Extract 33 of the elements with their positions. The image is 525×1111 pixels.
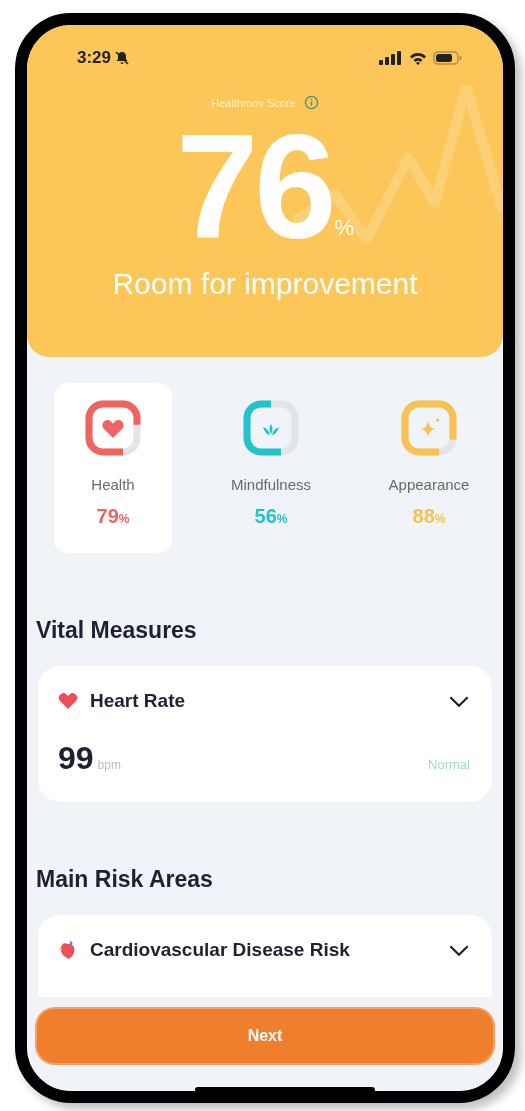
measure-unit: bpm xyxy=(97,758,121,772)
category-tab[interactable]: Health 79% xyxy=(54,383,172,553)
category-tab[interactable]: Appearance 88% xyxy=(370,383,488,553)
wifi-icon xyxy=(409,51,427,65)
category-progress-icon xyxy=(241,398,301,458)
measure-status: Normal xyxy=(428,757,470,772)
category-percent: 88% xyxy=(412,505,446,528)
category-percent: 79% xyxy=(96,505,130,528)
score-value: 76 xyxy=(175,124,333,249)
heart-icon xyxy=(58,691,78,711)
signal-icon xyxy=(379,51,401,65)
category-progress-icon xyxy=(83,398,143,458)
category-label: Health xyxy=(91,476,135,493)
score-unit: % xyxy=(334,215,355,241)
measure-card[interactable]: Heart Rate 99 bpm Normal xyxy=(38,666,492,802)
status-time: 3:29 xyxy=(77,48,112,68)
score-label: Healthmov Score xyxy=(211,96,296,109)
battery-icon xyxy=(433,51,463,65)
category-percent: 56% xyxy=(254,505,288,528)
risk-name: Cardiovascular Disease Risk xyxy=(90,939,351,961)
risk-card[interactable]: Cardiovascular Disease Risk xyxy=(38,915,492,997)
category-tab[interactable]: Mindfulness 56% xyxy=(212,383,330,553)
category-label: Appearance xyxy=(388,476,470,493)
category-progress-icon xyxy=(399,398,459,458)
score-verdict: Room for improvement xyxy=(111,267,419,301)
category-label: Mindfulness xyxy=(230,476,311,493)
chevron-icon[interactable] xyxy=(448,694,470,708)
measure-value: 99 xyxy=(58,740,94,777)
section-heading: Vital Measures xyxy=(36,617,198,644)
muted-bell-icon xyxy=(114,50,131,66)
section-heading: Main Risk Areas xyxy=(36,866,214,893)
chevron-icon[interactable] xyxy=(448,943,470,957)
measure-name: Heart Rate xyxy=(90,690,187,712)
